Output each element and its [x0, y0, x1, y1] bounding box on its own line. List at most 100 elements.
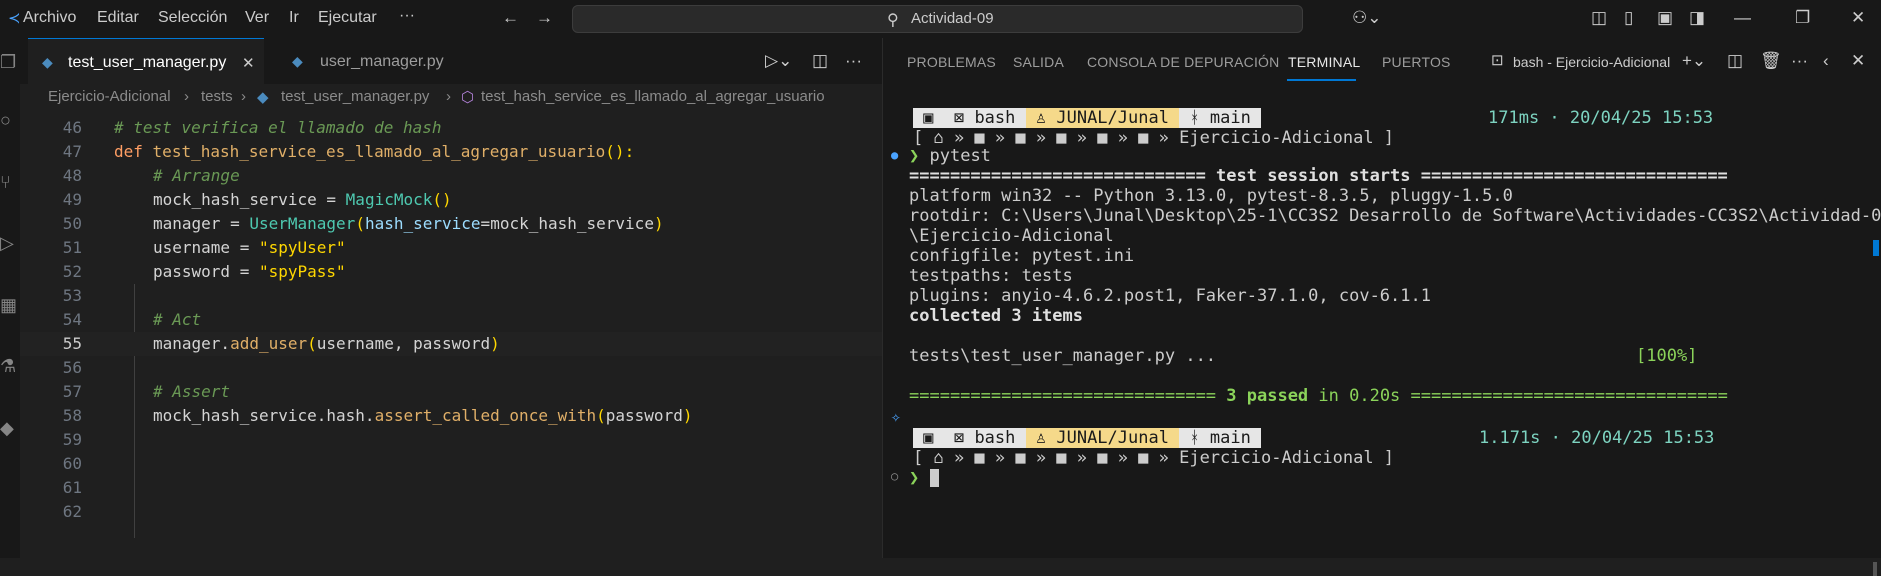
command-status-dot[interactable]: ● — [891, 148, 898, 162]
code-line-current: 55 manager.add_user(username, password) — [20, 332, 882, 356]
toggle-sidebar-icon[interactable]: ▯ — [1624, 8, 1633, 28]
code-line: 60 — [62, 454, 82, 473]
prompt-path: [ ⌂ » ■ » ■ » ■ » ■ » ■ » Ejercicio-Adic… — [913, 128, 1395, 148]
run-python-icon[interactable]: ▷⌄ — [765, 51, 792, 71]
tab-user-manager[interactable]: ◆ user_manager.py — [268, 38, 468, 84]
testing-icon[interactable]: ⚗ — [0, 356, 16, 377]
prompt-time: 171ms · 20/04/25 15:53 — [1488, 108, 1714, 128]
code-line: 54 # Act — [62, 310, 202, 329]
tab-label: user_manager.py — [320, 53, 444, 70]
tab-salida[interactable]: SALIDA — [1013, 54, 1064, 70]
command-status-dot[interactable]: ○ — [891, 469, 898, 483]
method-symbol-icon: ⬡ — [461, 89, 475, 106]
menu-archivo[interactable]: Archivo — [23, 9, 76, 27]
summary-line: ============================== 3 passed … — [909, 386, 1728, 406]
chevron-left-icon[interactable]: ‹ — [1823, 51, 1829, 71]
breadcrumb-folder[interactable]: tests — [201, 88, 233, 105]
menu-ejecutar[interactable]: Ejecutar — [318, 9, 377, 27]
terminal-more-icon[interactable]: ··· — [1791, 51, 1808, 71]
terminal-icon: ⊡ — [1491, 52, 1504, 69]
forward-arrow-icon[interactable]: → — [536, 8, 553, 28]
rootdir-line: rootdir: C:\Users\Junal\Desktop\25-1\CC3… — [909, 206, 1881, 226]
configfile-line: configfile: pytest.ini — [909, 246, 1135, 266]
code-line: 48 # Arrange — [62, 166, 240, 185]
prompt-time: 1.171s · 20/04/25 15:53 — [1479, 428, 1715, 448]
search-text: Actividad-09 — [911, 10, 994, 27]
customize-layout-icon[interactable]: ◫ — [1591, 8, 1607, 28]
search-icon[interactable]: ○ — [0, 110, 11, 131]
menu-more-icon[interactable]: ··· — [399, 7, 415, 25]
activity-bar: ❐ ○ ⑂ ▷ ▦ ⚗ ◆ — [0, 38, 20, 558]
tab-problemas[interactable]: PROBLEMAS — [907, 54, 996, 70]
chevron-right-icon: › — [241, 88, 246, 105]
sparkle-icon[interactable]: ✧ — [891, 407, 901, 426]
tab-terminal[interactable]: TERMINAL — [1288, 54, 1360, 70]
title-bar: ≺ Archivo Editar Selección Ver Ir Ejecut… — [0, 0, 1881, 39]
collected-line: collected 3 items — [909, 306, 1083, 326]
python-file-icon: ◆ — [42, 54, 53, 70]
plugins-line: plugins: anyio-4.6.2.post1, Faker-37.1.0… — [909, 286, 1431, 306]
vscode-logo-icon[interactable]: ≺ — [8, 9, 21, 27]
code-line: 49 mock_hash_service = MagicMock() — [62, 190, 452, 209]
terminal-cursor — [929, 469, 939, 487]
terminal-scrollbar[interactable] — [1873, 562, 1877, 576]
breadcrumb-file[interactable]: test_user_manager.py — [281, 88, 429, 105]
toggle-secondary-sidebar-icon[interactable]: ◨ — [1689, 8, 1705, 28]
copilot-icon[interactable]: ⚇⌄ — [1352, 8, 1381, 28]
code-line: 53 — [62, 286, 82, 305]
code-line: 58 mock_hash_service.hash.assert_called_… — [62, 406, 693, 425]
close-tab-icon[interactable]: ✕ — [242, 54, 255, 72]
prompt-line: ▣ ⊠ bash ♙ JUNAL/Junal ᚼ main — [913, 428, 1262, 448]
tab-test-user-manager[interactable]: ◆ test_user_manager.py ✕ — [28, 38, 264, 85]
rootdir-line-2: \Ejercicio-Adicional — [909, 226, 1114, 246]
menu-ver[interactable]: Ver — [245, 9, 269, 27]
code-line: 51 username = "spyUser" — [62, 238, 346, 257]
prompt-shell: ⊠ bash — [943, 108, 1026, 128]
new-terminal-icon[interactable]: +⌄ — [1682, 51, 1706, 71]
input-line[interactable]: ❯ — [909, 468, 939, 488]
prompt-path: [ ⌂ » ■ » ■ » ■ » ■ » ■ » Ejercicio-Adic… — [913, 448, 1395, 468]
kill-terminal-icon[interactable]: 🗑 — [1760, 51, 1782, 71]
menu-seleccion[interactable]: Selección — [158, 9, 227, 27]
python-file-icon: ◆ — [292, 53, 303, 69]
prompt-line: ▣ ⊠ bash ♙ JUNAL/Junal ᚼ main — [913, 108, 1262, 128]
code-line: 56 — [62, 358, 82, 377]
breadcrumb-symbol[interactable]: test_hash_service_es_llamado_al_agregar_… — [481, 88, 825, 105]
split-terminal-icon[interactable]: ◫ — [1727, 51, 1743, 71]
chevron-right-icon: › — [446, 88, 451, 105]
tab-consola-depuracion[interactable]: CONSOLA DE DEPURACIÓN — [1087, 54, 1279, 70]
menu-ir[interactable]: Ir — [289, 9, 299, 27]
session-start: ============================= test sessi… — [909, 166, 1728, 186]
terminal-name[interactable]: bash - Ejercicio-Adicional — [1513, 54, 1670, 70]
source-control-icon[interactable]: ⑂ — [0, 172, 11, 193]
minimize-icon[interactable]: — — [1734, 8, 1751, 28]
run-debug-icon[interactable]: ▷ — [0, 233, 14, 254]
bottom-panel: PROBLEMAS SALIDA CONSOLA DE DEPURACIÓN T… — [883, 38, 1881, 576]
code-line: 50 manager = UserManager(hash_service=mo… — [62, 214, 664, 233]
close-panel-icon[interactable]: ✕ — [1851, 51, 1865, 71]
test-file-line: tests\test_user_manager.py ... — [909, 346, 1217, 366]
python-file-icon: ◆ — [257, 89, 269, 106]
command-center-search[interactable]: ⚲ Actividad-09 — [572, 5, 1303, 33]
tab-puertos[interactable]: PUERTOS — [1382, 54, 1451, 70]
toggle-panel-icon[interactable]: ▣ — [1657, 8, 1673, 28]
tab-label: test_user_manager.py — [68, 54, 227, 71]
code-line: 52 password = "spyPass" — [62, 262, 346, 281]
close-window-icon[interactable]: ✕ — [1851, 8, 1865, 28]
back-arrow-icon[interactable]: ← — [502, 8, 519, 28]
testpaths-line: testpaths: tests — [909, 266, 1073, 286]
menu-editar[interactable]: Editar — [97, 9, 139, 27]
editor-more-icon[interactable]: ··· — [845, 51, 862, 71]
code-line: 61 — [62, 478, 82, 497]
split-editor-icon[interactable]: ◫ — [812, 51, 828, 71]
remote-icon[interactable]: ◆ — [0, 418, 14, 439]
explorer-icon[interactable]: ❐ — [0, 52, 16, 73]
terminal-output[interactable]: ▣ ⊠ bash ♙ JUNAL/Junal ᚼ main 171ms · 20… — [883, 102, 1881, 576]
test-percent: [100%] — [1636, 346, 1698, 366]
active-tab-indicator — [1287, 79, 1356, 81]
extensions-icon[interactable]: ▦ — [0, 295, 17, 316]
code-editor[interactable]: 46 # test verifica el llamado de hash 47… — [20, 112, 882, 558]
code-line: 57 # Assert — [62, 382, 231, 401]
breadcrumb-folder[interactable]: Ejercicio-Adicional — [48, 88, 171, 105]
restore-icon[interactable]: ❐ — [1795, 8, 1810, 28]
